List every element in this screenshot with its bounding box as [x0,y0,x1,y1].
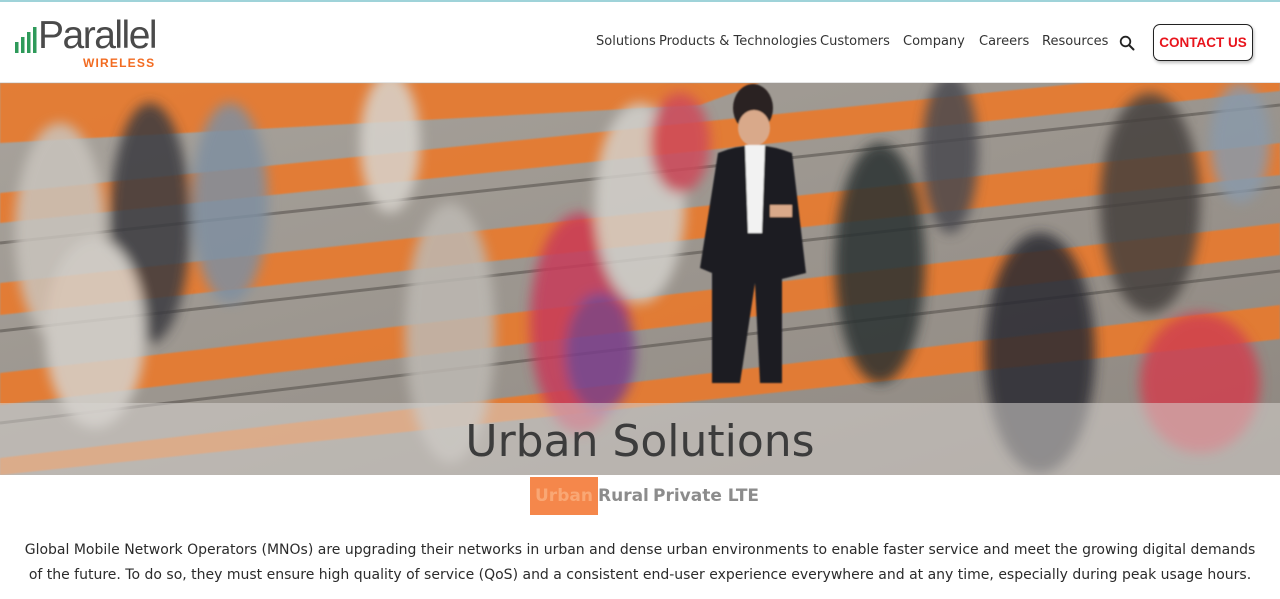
search-icon[interactable] [1119,35,1135,51]
tab-urban[interactable]: Urban [530,477,598,515]
nav-item-customers[interactable]: Customers [820,34,890,49]
nav-item-products-technologies[interactable]: Products & Technologies [659,34,817,49]
page-title: Urban Solutions [465,416,815,467]
logo-wordmark: Parallel [38,14,158,57]
nav-item-company[interactable]: Company [903,34,965,49]
intro-paragraph: Global Mobile Network Operators (MNOs) a… [24,542,1256,583]
hero-banner: Urban Solutions [0,83,1280,475]
site-header: Parallel WIRELESS Solutions Products & T… [0,2,1280,83]
nav-item-resources[interactable]: Resources [1042,34,1108,49]
logo-tagline: WIRELESS [83,56,156,70]
nav-item-solutions[interactable]: Solutions [596,34,656,49]
parallel-wireless-logo[interactable]: Parallel WIRELESS [14,14,164,72]
contact-us-button[interactable]: CONTACT US [1153,24,1253,61]
nav-item-careers[interactable]: Careers [979,34,1029,49]
tab-private-lte[interactable]: Private LTE [653,477,759,515]
tab-rural[interactable]: Rural [598,477,649,515]
signal-bars-icon [15,27,37,53]
